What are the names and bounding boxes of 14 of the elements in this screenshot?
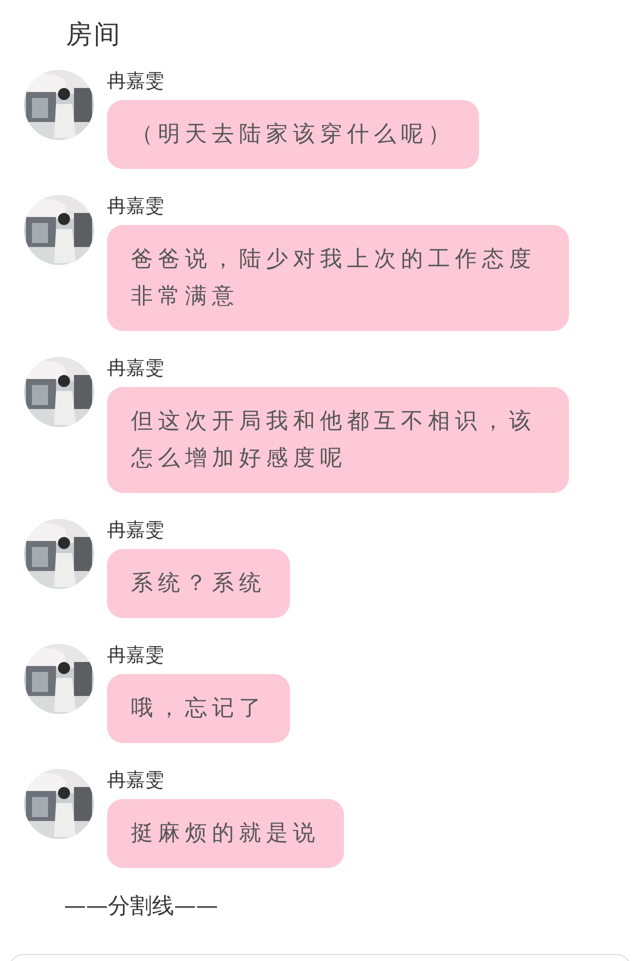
sender-name: 冉嘉雯 [107, 643, 165, 668]
sender-name: 冉嘉雯 [107, 194, 165, 219]
message-bubble: 爸爸说，陆少对我上次的工作态度非常满意 [107, 225, 569, 331]
message-bubble: 哦，忘记了 [107, 674, 290, 743]
message-bubble: （明天去陆家该穿什么呢） [107, 100, 479, 169]
sender-name: 冉嘉雯 [107, 69, 165, 94]
message-bubble: 挺麻烦的就是说 [107, 799, 344, 868]
sender-name: 冉嘉雯 [107, 356, 165, 381]
room-title: 房间 [66, 20, 122, 50]
sender-name: 冉嘉雯 [107, 518, 165, 543]
message-bubble: 系统？系统 [107, 549, 290, 618]
message-bubble: 但这次开局我和他都互不相识，该怎么增加好感度呢 [107, 387, 569, 493]
divider-text: ——分割线—— [64, 894, 218, 919]
sender-name: 冉嘉雯 [107, 768, 165, 793]
